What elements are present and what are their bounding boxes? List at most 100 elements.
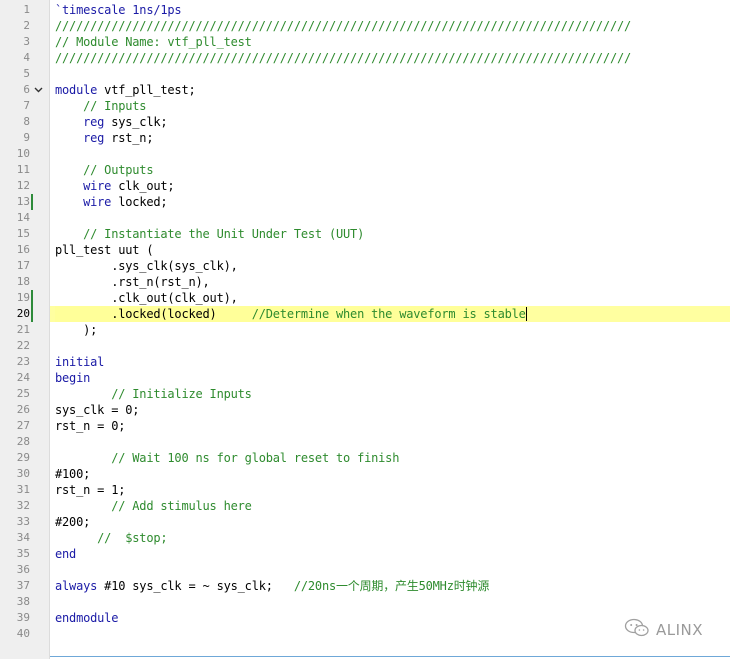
code-line[interactable]: 35 end: [0, 546, 730, 562]
code-text[interactable]: pll_test uut (: [55, 242, 154, 258]
code-token: clk_out;: [111, 179, 175, 193]
comment-token: ////////////////////////////////////////…: [55, 19, 632, 33]
code-text[interactable]: .locked(locked) //Determine when the wav…: [55, 306, 527, 322]
code-text[interactable]: always #10 sys_clk = ~ sys_clk; //20ns一个…: [55, 578, 489, 594]
code-text[interactable]: wire clk_out;: [55, 178, 175, 194]
comment-token: //20ns一个周期，产生50MHz时钟源: [293, 579, 490, 593]
code-line[interactable]: 24 begin: [0, 370, 730, 386]
code-line[interactable]: 25 // Initialize Inputs: [0, 386, 730, 402]
code-line[interactable]: 9 reg rst_n;: [0, 130, 730, 146]
code-line[interactable]: 13 wire locked;: [0, 194, 730, 210]
code-line[interactable]: 6 module vtf_pll_test;: [0, 82, 730, 98]
code-text[interactable]: // Add stimulus here: [55, 498, 252, 514]
code-line[interactable]: 11 // Outputs: [0, 162, 730, 178]
code-line[interactable]: 27 rst_n = 0;: [0, 418, 730, 434]
code-line[interactable]: 4 ///////////////////////////////////////…: [0, 50, 730, 66]
line-number: 11: [16, 163, 30, 176]
code-line[interactable]: 39 endmodule: [0, 610, 730, 626]
line-number: 26: [16, 403, 30, 416]
code-line[interactable]: 15 // Instantiate the Unit Under Test (U…: [0, 226, 730, 242]
code-line[interactable]: 37 always #10 sys_clk = ~ sys_clk; //20ns…: [0, 578, 730, 594]
code-text[interactable]: wire locked;: [55, 194, 168, 210]
code-line[interactable]: 10: [0, 146, 730, 162]
code-text[interactable]: .sys_clk(sys_clk),: [55, 258, 238, 274]
code-line[interactable]: 38: [0, 594, 730, 610]
code-text[interactable]: sys_clk = 0;: [55, 402, 139, 418]
keyword-token: initial: [55, 355, 105, 369]
code-text[interactable]: // Inputs: [55, 98, 146, 114]
code-text[interactable]: // Wait 100 ns for global reset to finis…: [55, 450, 399, 466]
code-line[interactable]: 19 .clk_out(clk_out),: [0, 290, 730, 306]
code-text[interactable]: rst_n = 1;: [55, 482, 125, 498]
line-number: 34: [16, 531, 30, 544]
code-text[interactable]: reg sys_clk;: [55, 114, 168, 130]
code-text[interactable]: .rst_n(rst_n),: [55, 274, 210, 290]
code-line[interactable]: 17 .sys_clk(sys_clk),: [0, 258, 730, 274]
code-line[interactable]: 1 `timescale 1ns/1ps: [0, 2, 730, 18]
code-token: );: [55, 323, 98, 337]
fold-chevron-icon[interactable]: [34, 86, 43, 94]
code-text[interactable]: // $stop;: [55, 530, 167, 546]
code-line[interactable]: 21 );: [0, 322, 730, 338]
line-number: 30: [16, 467, 30, 480]
code-text[interactable]: .clk_out(clk_out),: [55, 290, 238, 306]
code-text[interactable]: reg rst_n;: [55, 130, 153, 146]
line-number: 28: [16, 435, 30, 448]
code-line[interactable]: 23 initial: [0, 354, 730, 370]
code-text[interactable]: #100;: [55, 466, 90, 482]
code-text[interactable]: begin: [55, 370, 90, 386]
code-line[interactable]: 34 // $stop;: [0, 530, 730, 546]
comment-token: // Outputs: [83, 163, 154, 177]
code-text[interactable]: end: [55, 546, 76, 562]
code-text[interactable]: // Initialize Inputs: [55, 386, 252, 402]
code-text[interactable]: rst_n = 0;: [55, 418, 125, 434]
code-editor[interactable]: 1 `timescale 1ns/1ps 2 ////////////////////…: [0, 0, 730, 659]
code-token: sys_clk = 0;: [55, 403, 140, 417]
code-line[interactable]: 8 reg sys_clk;: [0, 114, 730, 130]
code-line[interactable]: 32 // Add stimulus here: [0, 498, 730, 514]
code-line[interactable]: 7 // Inputs: [0, 98, 730, 114]
horizontal-scrollbar-edge: [50, 656, 730, 657]
line-number: 12: [16, 179, 30, 192]
code-line[interactable]: 14: [0, 210, 730, 226]
code-line[interactable]: 16 pll_test uut (: [0, 242, 730, 258]
code-line[interactable]: 40: [0, 626, 730, 642]
code-text[interactable]: module vtf_pll_test;: [55, 82, 196, 98]
code-text[interactable]: ////////////////////////////////////////…: [55, 50, 631, 66]
code-line[interactable]: 22: [0, 338, 730, 354]
code-line[interactable]: 26 sys_clk = 0;: [0, 402, 730, 418]
code-text[interactable]: // Outputs: [55, 162, 153, 178]
code-line[interactable]: 18 .rst_n(rst_n),: [0, 274, 730, 290]
code-line[interactable]: 28: [0, 434, 730, 450]
code-text[interactable]: endmodule: [55, 610, 118, 626]
wechat-icon: [624, 618, 650, 642]
watermark-text: ALINX: [656, 621, 704, 639]
code-text[interactable]: // Instantiate the Unit Under Test (UUT): [55, 226, 364, 242]
line-number: 40: [16, 627, 30, 640]
code-text[interactable]: initial: [55, 354, 104, 370]
line-number: 36: [16, 563, 30, 576]
code-text[interactable]: `timescale 1ns/1ps: [55, 2, 182, 18]
code-token: pll_test uut (: [55, 243, 154, 257]
code-line[interactable]: 29 // Wait 100 ns for global reset to fi…: [0, 450, 730, 466]
code-line[interactable]: 2 ///////////////////////////////////////…: [0, 18, 730, 34]
code-line[interactable]: 31 rst_n = 1;: [0, 482, 730, 498]
keyword-token: begin: [55, 371, 91, 385]
code-line[interactable]: 5: [0, 66, 730, 82]
line-number: 32: [16, 499, 30, 512]
code-line[interactable]: 3 // Module Name: vtf_pll_test: [0, 34, 730, 50]
current-line[interactable]: 20 .locked(locked) //Determine when the …: [0, 306, 730, 322]
code-line[interactable]: 12 wire clk_out;: [0, 178, 730, 194]
code-line[interactable]: 30 #100;: [0, 466, 730, 482]
code-text[interactable]: #200;: [55, 514, 90, 530]
code-text[interactable]: );: [55, 322, 97, 338]
code-text[interactable]: // Module Name: vtf_pll_test: [55, 34, 252, 50]
code-line[interactable]: 33 #200;: [0, 514, 730, 530]
code-line[interactable]: 36: [0, 562, 730, 578]
comment-token: ////////////////////////////////////////…: [55, 51, 632, 65]
code-text[interactable]: ////////////////////////////////////////…: [55, 18, 631, 34]
